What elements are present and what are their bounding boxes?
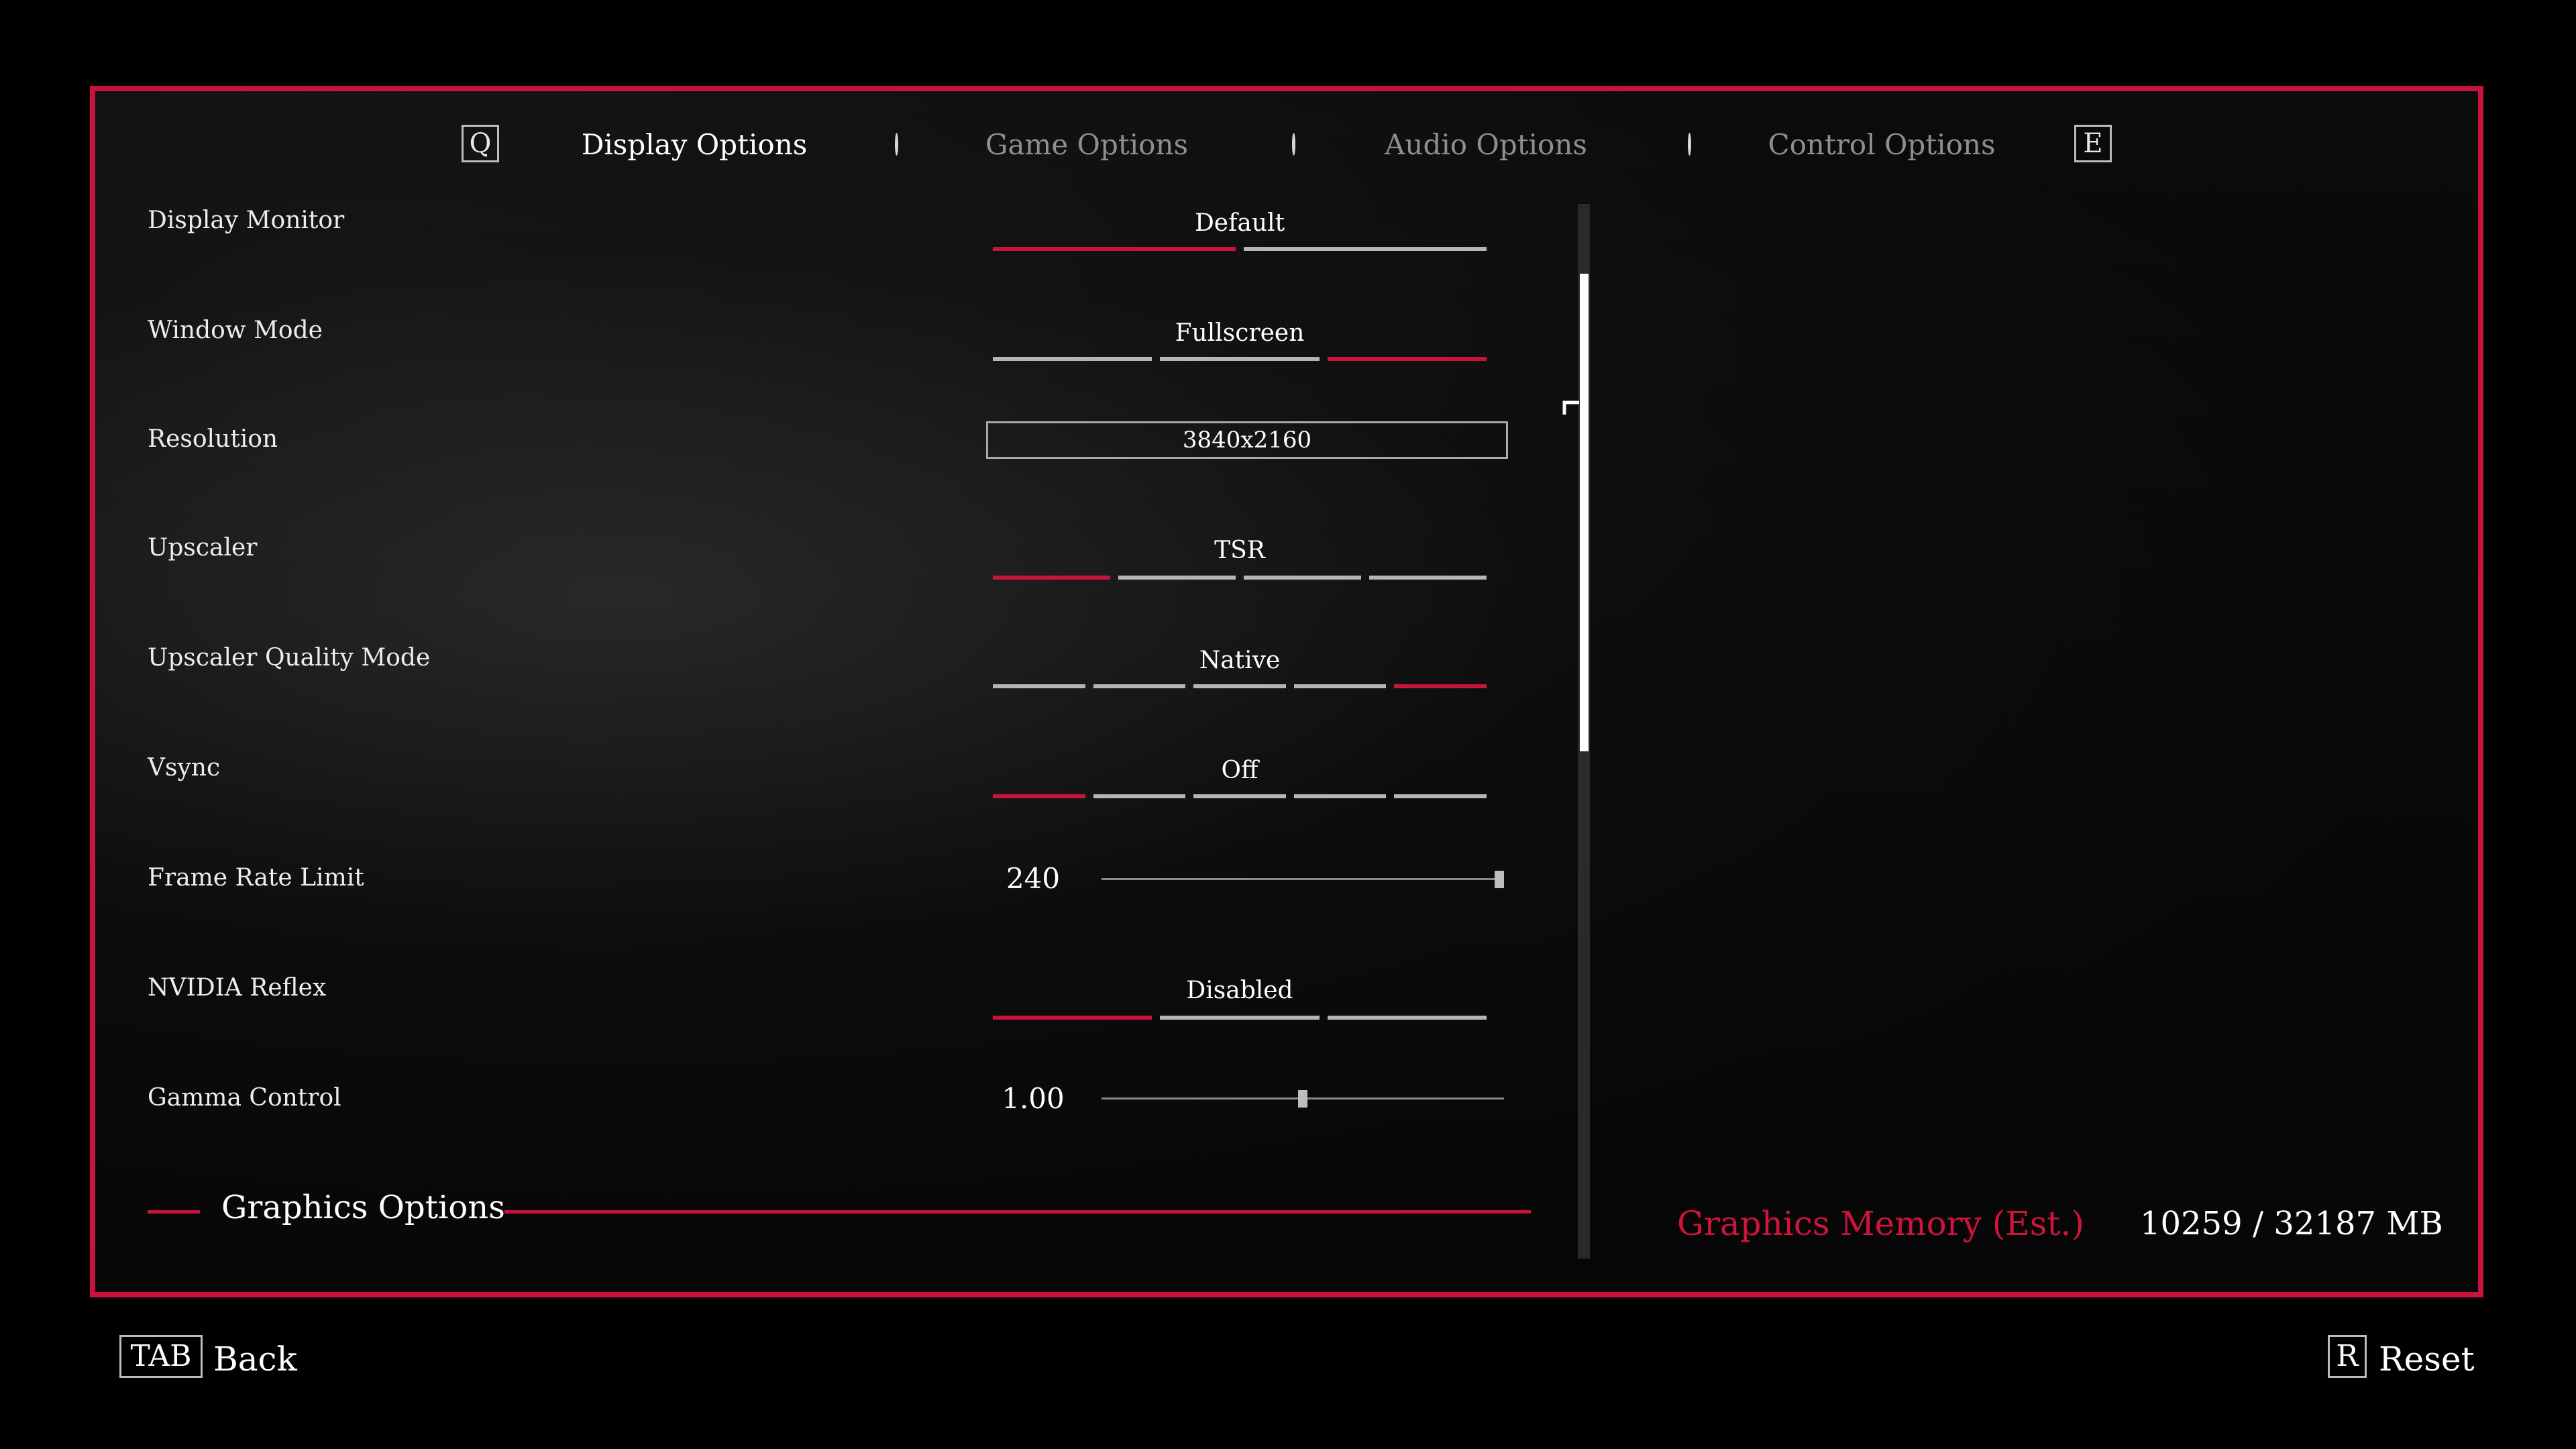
section-divider [148, 1210, 200, 1214]
nvidia-reflex-selector[interactable] [993, 1016, 1487, 1020]
vsync-label: Vsync [148, 754, 221, 782]
tab-separator [895, 133, 898, 156]
option-segment[interactable] [1193, 794, 1286, 798]
next-tab-key[interactable]: E [2074, 125, 2112, 162]
option-segment[interactable] [1093, 684, 1186, 688]
tab-control-options[interactable]: Control Options [1744, 125, 2019, 165]
option-segment[interactable] [1160, 357, 1320, 361]
frame-rate-limit-slider[interactable] [1102, 878, 1504, 880]
upscaler-selector[interactable] [993, 576, 1487, 580]
reset-key[interactable]: R [2328, 1335, 2367, 1378]
option-segment[interactable] [993, 576, 1110, 580]
upscaler-label: Upscaler [148, 534, 258, 561]
gamma-control-value: 1.00 [1002, 1082, 1065, 1115]
tab-separator [1688, 133, 1691, 156]
display-monitor-label: Display Monitor [148, 207, 345, 234]
option-segment[interactable] [1327, 1016, 1487, 1020]
nvidia-reflex-label: NVIDIA Reflex [148, 974, 327, 1002]
option-segment[interactable] [1244, 576, 1361, 580]
nvidia-reflex-value[interactable]: Disabled [993, 974, 1487, 1008]
graphics-options-section-title[interactable]: Graphics Options [221, 1187, 505, 1228]
graphics-memory-label: Graphics Memory (Est.) [1677, 1204, 2084, 1243]
option-segment[interactable] [993, 1016, 1152, 1020]
tab-audio-options[interactable]: Audio Options [1348, 125, 1623, 165]
tab-separator [1292, 133, 1295, 156]
upscaler-quality-selector[interactable] [993, 684, 1487, 688]
gamma-control-slider-handle[interactable] [1298, 1090, 1307, 1108]
upscaler-quality-label: Upscaler Quality Mode [148, 644, 431, 672]
frame-rate-limit-slider-handle[interactable] [1495, 871, 1504, 888]
option-segment[interactable] [1394, 684, 1487, 688]
option-segment[interactable] [1093, 794, 1186, 798]
tab-game-options[interactable]: Game Options [953, 125, 1221, 165]
settings-panel [90, 86, 2483, 1297]
window-mode-value[interactable]: Fullscreen [993, 317, 1487, 350]
option-segment[interactable] [1193, 684, 1286, 688]
resolution-dropdown[interactable]: 3840x2160 [986, 421, 1508, 459]
back-key[interactable]: TAB [119, 1335, 203, 1378]
option-segment[interactable] [993, 247, 1236, 251]
scrollbar-thumb[interactable] [1580, 274, 1589, 751]
frame-rate-limit-value: 240 [1006, 862, 1061, 895]
upscaler-value[interactable]: TSR [993, 534, 1487, 568]
window-mode-selector[interactable] [993, 357, 1487, 361]
option-segment[interactable] [993, 357, 1152, 361]
reset-button[interactable]: Reset [2379, 1338, 2475, 1381]
back-button[interactable]: Back [213, 1338, 297, 1381]
section-divider [504, 1210, 1531, 1214]
vsync-value[interactable]: Off [993, 754, 1487, 788]
option-segment[interactable] [1327, 357, 1487, 361]
option-segment[interactable] [1293, 684, 1387, 688]
tab-display-options[interactable]: Display Options [550, 125, 839, 165]
display-monitor-selector[interactable] [993, 247, 1487, 251]
frame-rate-limit-label: Frame Rate Limit [148, 864, 364, 892]
option-segment[interactable] [993, 794, 1085, 798]
window-mode-label: Window Mode [148, 317, 323, 344]
option-segment[interactable] [993, 684, 1085, 688]
vsync-selector[interactable] [993, 794, 1487, 798]
graphics-memory-value: 10259 / 32187 MB [2140, 1205, 2443, 1242]
option-segment[interactable] [1160, 1016, 1320, 1020]
option-segment[interactable] [1244, 247, 1487, 251]
display-monitor-value[interactable]: Default [993, 207, 1487, 240]
option-segment[interactable] [1118, 576, 1236, 580]
prev-tab-key[interactable]: Q [462, 125, 499, 162]
cursor-icon [1562, 400, 1579, 415]
option-segment[interactable] [1394, 794, 1487, 798]
gamma-control-label: Gamma Control [148, 1084, 341, 1112]
option-segment[interactable] [1293, 794, 1387, 798]
upscaler-quality-value[interactable]: Native [993, 644, 1487, 678]
resolution-label: Resolution [148, 425, 278, 453]
option-segment[interactable] [1369, 576, 1487, 580]
